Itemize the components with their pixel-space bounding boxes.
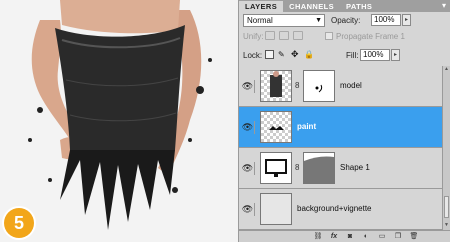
lock-fill-row: Lock: ✎ ✥ 🔒 Fill: 100% ▸: [239, 47, 450, 63]
tab-channels[interactable]: CHANNELS: [283, 1, 340, 12]
visibility-eye-icon[interactable]: 👁: [241, 203, 255, 216]
chain-link-icon[interactable]: 8: [295, 81, 301, 91]
visibility-eye-icon[interactable]: 👁: [241, 162, 255, 175]
layer-name: background+vignette: [297, 204, 372, 213]
layer-row-shape-1[interactable]: 👁 8 Shape 1: [239, 148, 442, 189]
propagate-checkbox[interactable]: [325, 32, 333, 40]
step-badge: 5: [4, 208, 34, 238]
fx-icon[interactable]: fx: [329, 232, 339, 241]
layers-scrollbar[interactable]: ▲ ▼: [442, 66, 450, 230]
paint-thumbnail-icon: [269, 126, 284, 130]
layer-name: paint: [297, 122, 317, 131]
lock-move-icon[interactable]: ✥: [291, 50, 300, 59]
tab-layers[interactable]: LAYERS: [239, 1, 284, 12]
layer-name: Shape 1: [340, 163, 370, 172]
vector-mask-thumbnail[interactable]: [303, 152, 335, 184]
layer-mask-thumbnail[interactable]: [303, 70, 335, 102]
layer-row-model[interactable]: 👁 8 model: [239, 66, 442, 107]
dropdown-arrow-icon: ▼: [315, 17, 322, 24]
fill-slider-arrow-icon[interactable]: ▸: [391, 49, 400, 61]
layer-thumbnail: [260, 193, 292, 225]
mask-shape-icon: [315, 84, 323, 93]
adjustment-icon[interactable]: ◐: [361, 232, 371, 241]
propagate-label: Propagate Frame 1: [336, 32, 405, 41]
layer-row-paint[interactable]: 👁 paint: [239, 107, 442, 148]
tab-paths[interactable]: PATHS: [340, 1, 378, 12]
lock-brush-icon[interactable]: ✎: [278, 50, 287, 59]
fill-input[interactable]: 100%: [360, 49, 390, 61]
vector-mask-shape-icon: [304, 156, 334, 183]
layer-thumbnail: [260, 70, 292, 102]
unify-style-icon[interactable]: [293, 31, 303, 40]
visibility-eye-icon[interactable]: 👁: [241, 80, 255, 93]
panel-menu-icon[interactable]: ▾: [438, 1, 450, 12]
opacity-input[interactable]: 100%: [371, 14, 401, 26]
layers-panel: LAYERS CHANNELS PATHS ▾ Normal ▼ Opacity…: [238, 0, 450, 242]
chain-link-icon[interactable]: 8: [295, 163, 301, 173]
screenshot: 5 LAYERS CHANNELS PATHS ▾ Normal ▼ Opaci…: [0, 0, 450, 242]
trash-icon[interactable]: 🗑: [409, 232, 419, 241]
lock-transparency-icon[interactable]: [265, 50, 274, 59]
unify-label: Unify:: [243, 32, 264, 41]
layers-bottom-toolbar: ⛓ fx ◙ ◐ ▭ ❐ 🗑: [239, 230, 450, 242]
lock-label: Lock:: [243, 51, 263, 60]
blend-mode-select[interactable]: Normal ▼: [243, 14, 325, 27]
layer-row-background-vignette[interactable]: 👁 background+vignette: [239, 189, 442, 230]
panel-tabs: LAYERS CHANNELS PATHS ▾: [239, 0, 450, 12]
lock-all-icon[interactable]: 🔒: [304, 50, 314, 59]
blend-mode-value: Normal: [247, 16, 273, 25]
model-artwork: [0, 0, 238, 242]
artwork-canvas: 5: [0, 0, 238, 242]
layer-thumbnail: [260, 111, 292, 143]
new-layer-icon[interactable]: ❐: [393, 232, 403, 241]
folder-icon[interactable]: ▭: [377, 232, 387, 241]
scrollbar-thumb[interactable]: [444, 196, 449, 218]
unify-row: Unify: Propagate Frame 1: [239, 29, 450, 43]
layer-thumbnail: [260, 152, 292, 184]
visibility-eye-icon[interactable]: 👁: [241, 121, 255, 134]
unify-position-icon[interactable]: [265, 31, 275, 40]
mask-icon[interactable]: ◙: [345, 232, 355, 241]
blend-opacity-row: Normal ▼ Opacity: 100% ▸: [239, 13, 450, 29]
fill-label: Fill:: [346, 51, 359, 60]
shape-thumbnail-icon: [265, 159, 287, 177]
opacity-slider-arrow-icon[interactable]: ▸: [402, 14, 411, 26]
opacity-label: Opacity:: [331, 16, 361, 25]
unify-visibility-icon[interactable]: [279, 31, 289, 40]
link-icon[interactable]: ⛓: [313, 232, 323, 241]
scroll-down-icon[interactable]: ▼: [443, 222, 450, 229]
layers-list: 👁 8 model 👁 paint 👁 8 Shape 1 👁 backgrou…: [239, 66, 442, 230]
model-thumbnail-icon: [270, 71, 282, 97]
layer-name: model: [340, 81, 362, 90]
scroll-up-icon[interactable]: ▲: [443, 66, 450, 73]
